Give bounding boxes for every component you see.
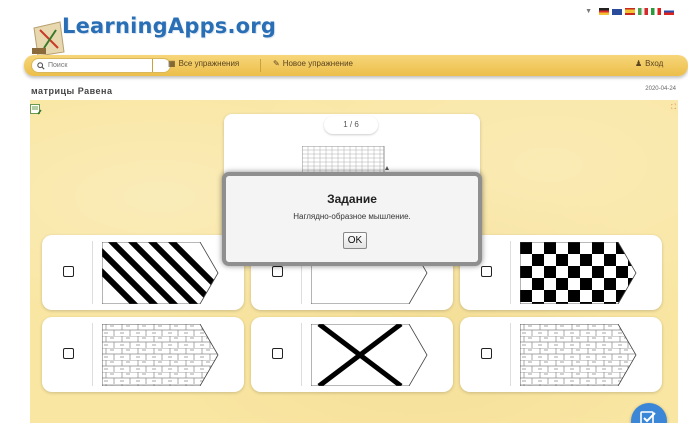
page-title: матрицы Равена: [31, 86, 113, 96]
answer-pattern-checkerboard: [520, 242, 637, 304]
answer-checkbox[interactable]: [272, 348, 283, 359]
answer-checkbox[interactable]: [272, 266, 283, 277]
ok-button[interactable]: OK: [343, 232, 367, 249]
modal-text: Наглядно-образное мышление.: [293, 212, 411, 221]
flag-de-icon[interactable]: [599, 8, 609, 15]
new-exercise-link[interactable]: ✎ Новое упражнение: [273, 59, 353, 68]
logo[interactable]: LearningApps.org: [30, 0, 276, 56]
search-box[interactable]: [31, 58, 171, 73]
search-icon: [37, 61, 45, 70]
answer-option[interactable]: [42, 235, 244, 310]
search-input[interactable]: [48, 62, 158, 69]
fullscreen-icon[interactable]: ⛶: [671, 104, 676, 112]
answer-option[interactable]: [460, 317, 662, 392]
all-exercises-label: Все упражнения: [178, 59, 240, 68]
answer-option[interactable]: [42, 317, 244, 392]
answer-divider: [92, 323, 93, 386]
answer-pattern-brick-grid: [102, 324, 219, 386]
answer-pattern-brick-grid: [520, 324, 637, 386]
answer-pattern-diagonal-stripes: [102, 242, 219, 304]
modal-title: Задание: [327, 192, 377, 206]
answer-option[interactable]: [251, 317, 453, 392]
answer-pattern-x-cross: [311, 324, 428, 386]
answer-checkbox[interactable]: [481, 348, 492, 359]
top-navigation-bar: ▦ Все упражнения ✎ Новое упражнение ♟ Вх…: [24, 55, 688, 76]
grid-icon: ▦: [168, 59, 176, 68]
flag-it-icon[interactable]: [651, 8, 661, 15]
check-icon: [640, 411, 656, 423]
flag-other-icon[interactable]: [638, 8, 648, 15]
answer-option[interactable]: [460, 235, 662, 310]
answer-checkbox[interactable]: [63, 266, 74, 277]
flag-ru-icon[interactable]: [664, 8, 674, 15]
answer-checkbox[interactable]: [63, 348, 74, 359]
flag-uk-icon[interactable]: [612, 8, 622, 15]
answer-divider: [301, 323, 302, 386]
pencil-icon: ✎: [273, 59, 280, 68]
user-icon: ♟: [635, 59, 643, 68]
flag-es-icon[interactable]: [625, 8, 635, 15]
app-root: LearningApps.org ▼ ▦ Все упражнения ✎ Но…: [0, 0, 688, 423]
page-date: 2020-04-24: [645, 86, 676, 92]
matrix-preview-image: [302, 146, 389, 174]
page-counter: 1 / 6: [324, 116, 378, 134]
logo-text: LearningApps.org: [62, 14, 277, 38]
nav-divider: [260, 59, 261, 72]
nav-divider: [152, 59, 153, 72]
edit-exercise-icon[interactable]: [30, 104, 42, 115]
chevron-down-icon: ▼: [585, 8, 592, 15]
login-link[interactable]: ♟ Вход: [635, 59, 663, 68]
all-exercises-link[interactable]: ▦ Все упражнения: [168, 59, 239, 68]
task-modal: Задание Наглядно-образное мышление. OK: [222, 172, 482, 266]
answer-divider: [92, 241, 93, 304]
answer-checkbox[interactable]: [481, 266, 492, 277]
language-selector[interactable]: ▼: [585, 8, 674, 15]
new-exercise-label: Новое упражнение: [282, 59, 353, 68]
answer-divider: [510, 323, 511, 386]
login-label: Вход: [645, 59, 664, 68]
answer-divider: [510, 241, 511, 304]
